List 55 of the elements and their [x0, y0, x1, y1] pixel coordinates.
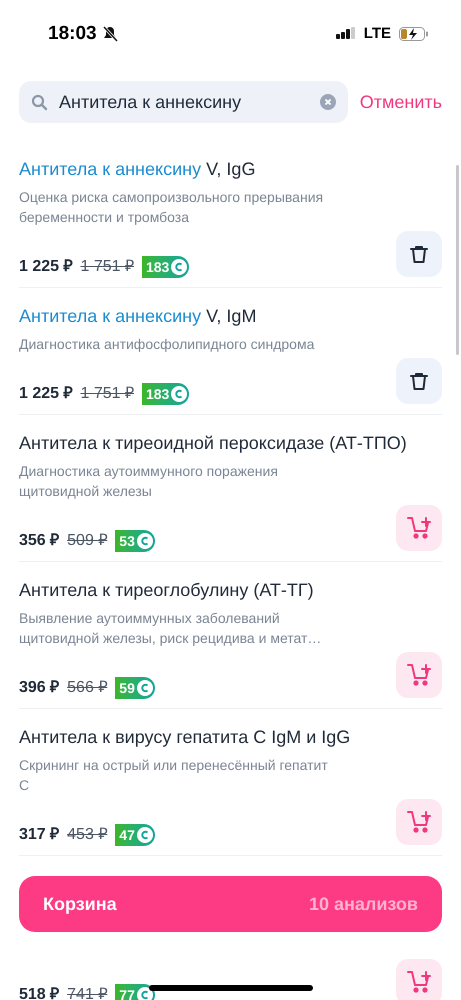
- add-to-cart-button[interactable]: [396, 505, 442, 551]
- coin-icon: [136, 680, 153, 696]
- bonus-badge: 59: [115, 677, 155, 699]
- coin-icon: [171, 386, 188, 402]
- price: 396 ₽: [19, 678, 60, 698]
- old-price: 566 ₽: [67, 678, 108, 698]
- remove-button[interactable]: [396, 231, 442, 277]
- clear-icon[interactable]: [320, 94, 336, 110]
- price: 1 225 ₽: [19, 257, 72, 277]
- signal-icon: [336, 27, 356, 41]
- bonus-badge: 183: [142, 383, 190, 405]
- bonus-badge: 77: [115, 984, 155, 1000]
- old-price: 1 751 ₽: [80, 257, 134, 277]
- cart-label: Корзина: [43, 892, 117, 916]
- old-price: 509 ₽: [67, 531, 108, 551]
- test-title[interactable]: Антитела к аннексину V, IgG: [19, 157, 442, 181]
- old-price: 453 ₽: [67, 825, 108, 845]
- cart-plus-icon: [407, 517, 431, 539]
- battery-charging-icon: [399, 27, 429, 41]
- price: 1 225 ₽: [19, 384, 72, 404]
- test-title[interactable]: Антитела к аннексину V, IgM: [19, 304, 442, 328]
- old-price: 1 751 ₽: [80, 384, 134, 404]
- price: 356 ₽: [19, 531, 60, 551]
- search-field[interactable]: Антитела к аннексину: [19, 81, 348, 123]
- test-description: Диагностика антифосфолипидного синдрома: [19, 335, 316, 354]
- test-title[interactable]: Антитела к вирусу гепатита С IgM и IgG: [19, 725, 442, 749]
- status-time: 18:03: [48, 22, 97, 46]
- price: 317 ₽: [19, 825, 60, 845]
- cart-plus-icon: [407, 811, 431, 833]
- bonus-badge: 183: [142, 256, 190, 278]
- cart-count: 10 анализов: [309, 892, 418, 916]
- coin-icon: [136, 987, 153, 1000]
- muted-bell-icon: [100, 25, 119, 43]
- search-icon: [31, 94, 48, 111]
- test-title[interactable]: Антитела к тиреоглобулину (АТ-ТГ): [19, 578, 442, 602]
- test-description: Выявление аутоиммунных заболеваний щитовидной железы, риск рецидива и метат…: [19, 609, 322, 648]
- bonus-badge: 53: [115, 530, 155, 552]
- test-title[interactable]: Антитела к тиреоидной пероксидазе (АТ-ТПО): [19, 431, 442, 455]
- add-to-cart-button[interactable]: [396, 799, 442, 845]
- remove-button[interactable]: [396, 358, 442, 404]
- cancel-button[interactable]: Отменить: [360, 88, 442, 116]
- add-to-cart-button[interactable]: [396, 959, 442, 1000]
- coin-icon: [136, 827, 153, 843]
- bonus-badge: 47: [115, 824, 155, 846]
- old-price: 741 ₽: [67, 985, 108, 1000]
- coin-icon: [136, 533, 153, 549]
- cart-plus-icon: [407, 971, 431, 993]
- add-to-cart-button[interactable]: [396, 652, 442, 698]
- test-description: Диагностика аутоиммунного поражения щитовидной железы: [19, 462, 279, 501]
- cart-plus-icon: [407, 664, 431, 686]
- test-description: Скрининг на острый или перенесённый гепатит С: [19, 756, 329, 795]
- price: 518 ₽: [19, 985, 60, 1000]
- coin-icon: [171, 259, 188, 275]
- test-description: Оценка риска самопроизвольного прерывания беременности и тромбоза: [19, 188, 324, 227]
- network-label: LTE: [364, 24, 391, 44]
